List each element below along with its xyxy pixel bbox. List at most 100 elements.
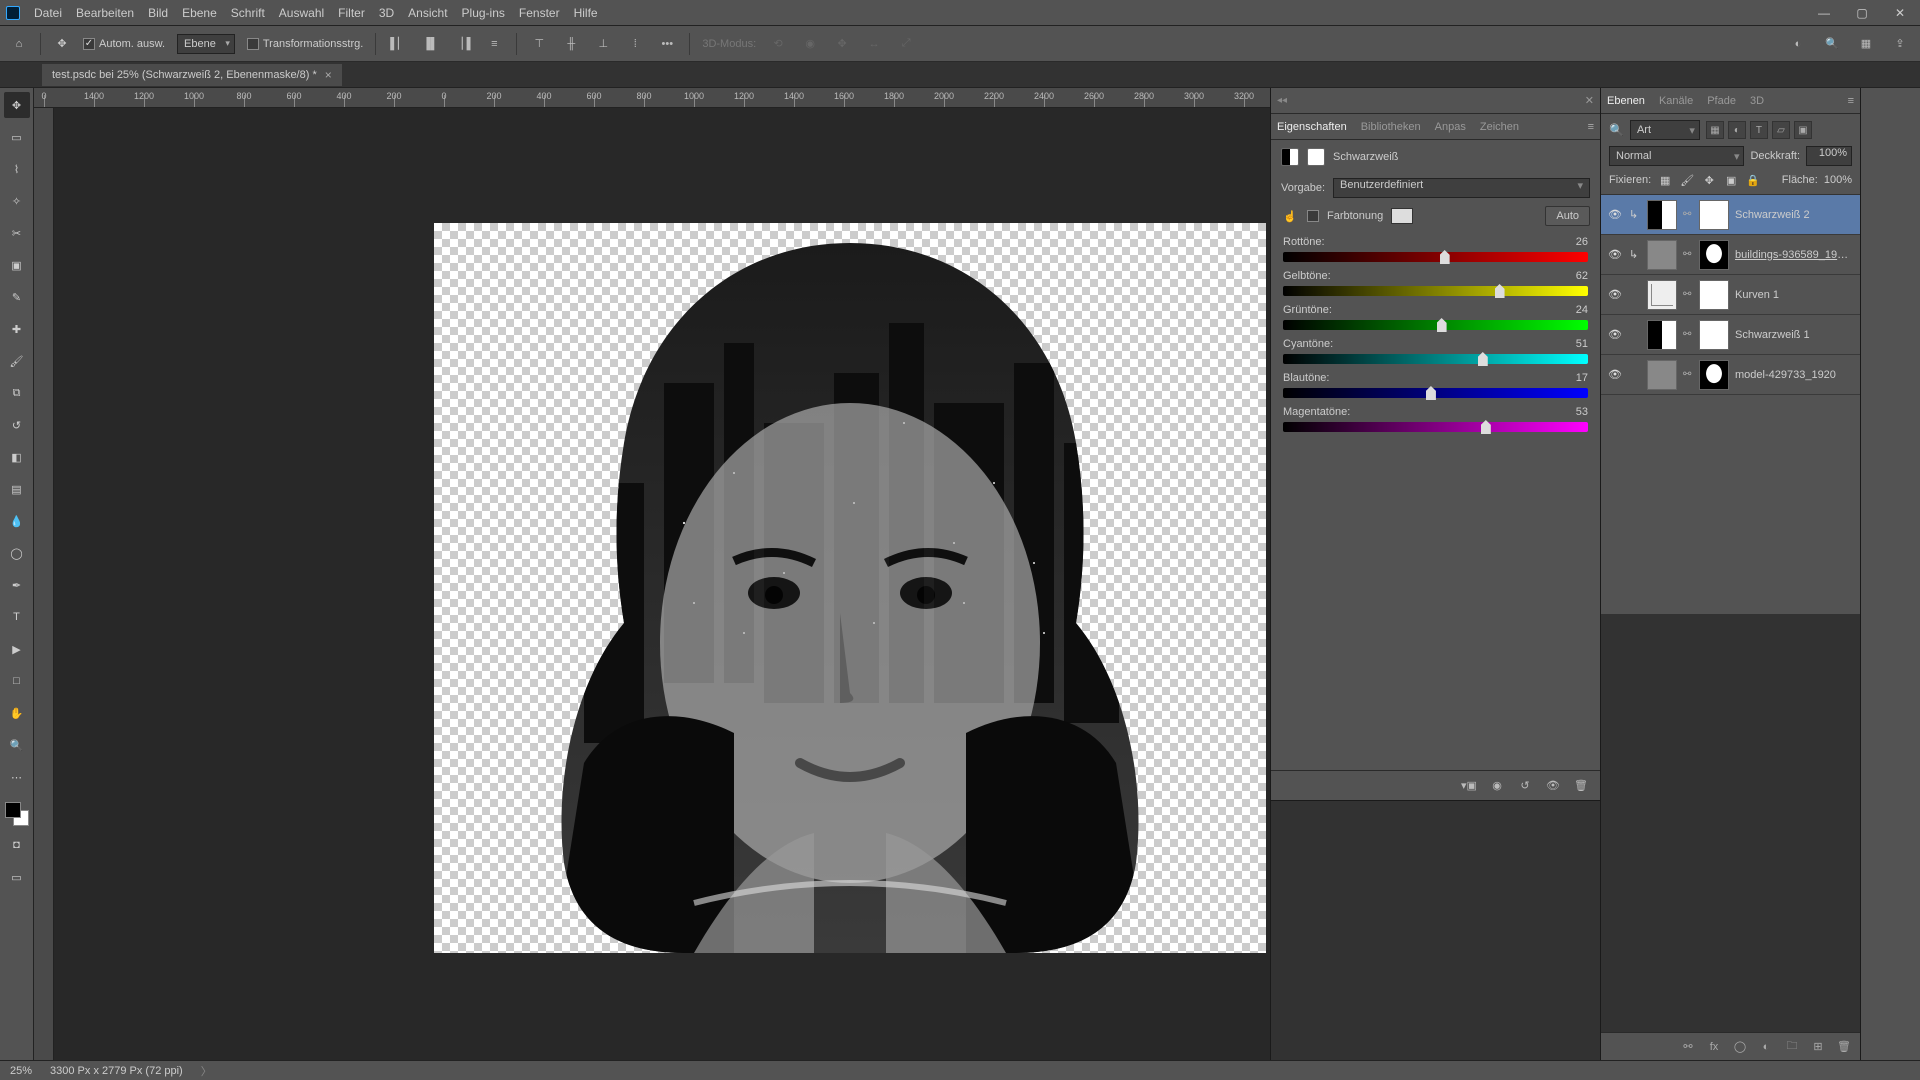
layer-mask-link-icon[interactable]: ⚯ (1683, 249, 1693, 260)
add-mask-icon[interactable]: ◯ (1732, 1039, 1748, 1055)
menu-type[interactable]: Schrift (231, 6, 265, 20)
panel-menu-icon[interactable]: ≡ (1588, 121, 1594, 133)
transform-controls-checkbox[interactable] (247, 38, 259, 50)
link-layers-icon[interactable]: ⚯ (1680, 1039, 1696, 1055)
layer-name[interactable]: Schwarzweiß 2 (1735, 209, 1854, 221)
menu-3d[interactable]: 3D (379, 6, 394, 20)
tab-channels[interactable]: Kanäle (1659, 95, 1693, 107)
move-tool[interactable]: ✥ (4, 92, 30, 118)
align-left-icon[interactable]: ▌▏ (388, 34, 408, 54)
dodge-tool[interactable]: ◯ (4, 540, 30, 566)
tab-character[interactable]: Zeichen (1480, 121, 1519, 133)
align-bottom-icon[interactable]: ⊥ (593, 34, 613, 54)
menu-filter[interactable]: Filter (338, 6, 365, 20)
layer-filter-kind-dropdown[interactable]: Art (1630, 120, 1700, 140)
layer-mask-link-icon[interactable]: ⚯ (1683, 289, 1693, 300)
layer-mask-link-icon[interactable]: ⚯ (1683, 209, 1693, 220)
auto-button[interactable]: Auto (1545, 206, 1590, 226)
lasso-tool[interactable]: ⌇ (4, 156, 30, 182)
toggle-visibility-icon[interactable]: 👁 (1544, 777, 1562, 795)
layer-mask-thumbnail[interactable] (1699, 200, 1729, 230)
opacity-field[interactable]: 100% (1806, 146, 1852, 166)
layers-menu-icon[interactable]: ≡ (1848, 95, 1854, 107)
menu-select[interactable]: Auswahl (279, 6, 324, 20)
close-document-icon[interactable]: × (325, 68, 332, 82)
color-swatches[interactable] (5, 802, 29, 826)
share-icon[interactable]: ⇪ (1890, 34, 1910, 54)
layer-mask-thumbnail[interactable] (1699, 360, 1729, 390)
screen-mode-icon[interactable]: ▭ (4, 864, 30, 890)
slider-track[interactable] (1283, 388, 1588, 398)
align-center-h-icon[interactable]: ▐▌ (420, 34, 440, 54)
search-icon[interactable]: 🔍 (1609, 123, 1624, 137)
zoom-tool[interactable]: 🔍 (4, 732, 30, 758)
ruler-vertical[interactable] (34, 108, 54, 1060)
targeted-adjust-tool-icon[interactable]: ☝ (1281, 207, 1299, 225)
filter-adjust-icon[interactable]: ◐ (1728, 121, 1746, 139)
align-right-icon[interactable]: ▕▐ (452, 34, 472, 54)
slider-track[interactable] (1283, 422, 1588, 432)
layer-visibility-icon[interactable]: 👁 (1607, 288, 1623, 301)
filter-smart-icon[interactable]: ▣ (1794, 121, 1812, 139)
clone-stamp-tool[interactable]: ⧉ (4, 380, 30, 406)
lock-all-icon[interactable]: 🔒 (1745, 172, 1761, 188)
slider-handle[interactable] (1495, 284, 1505, 298)
slider-track[interactable] (1283, 286, 1588, 296)
quick-mask-icon[interactable]: ◘ (4, 832, 30, 858)
path-selection-tool[interactable]: ▶ (4, 636, 30, 662)
slider-handle[interactable] (1440, 250, 1450, 264)
window-minimize-icon[interactable]: — (1810, 4, 1838, 22)
filter-pixel-icon[interactable]: ▦ (1706, 121, 1724, 139)
document-dimensions[interactable]: 3300 Px x 2779 Px (72 ppi) (50, 1065, 183, 1077)
menu-plugins[interactable]: Plug-ins (462, 6, 505, 20)
menu-layer[interactable]: Ebene (182, 6, 217, 20)
slider-value-field[interactable] (1552, 406, 1588, 418)
more-align-icon[interactable]: ••• (657, 34, 677, 54)
auto-select-target-dropdown[interactable]: Ebene (177, 34, 235, 54)
menu-image[interactable]: Bild (148, 6, 168, 20)
layer-thumbnail[interactable] (1647, 360, 1677, 390)
layer-name[interactable]: Kurven 1 (1735, 289, 1854, 301)
lock-position-icon[interactable]: ✥ (1701, 172, 1717, 188)
eyedropper-tool[interactable]: ✎ (4, 284, 30, 310)
slider-handle[interactable] (1426, 386, 1436, 400)
layer-row[interactable]: 👁 ⚯ Kurven 1 (1601, 275, 1860, 315)
history-brush-tool[interactable]: ↺ (4, 412, 30, 438)
document-tab[interactable]: test.psdc bei 25% (Schwarzweiß 2, Ebenen… (42, 64, 342, 86)
layer-name[interactable]: model-429733_1920 (1735, 369, 1854, 381)
slider-value-field[interactable] (1552, 270, 1588, 282)
foreground-color[interactable] (5, 802, 21, 818)
align-center-v-icon[interactable]: ╫ (561, 34, 581, 54)
slider-track[interactable] (1283, 252, 1588, 262)
eraser-tool[interactable]: ◧ (4, 444, 30, 470)
canvas[interactable] (434, 223, 1266, 953)
delete-adjustment-icon[interactable]: 🗑 (1572, 777, 1590, 795)
view-previous-icon[interactable]: ◉ (1488, 777, 1506, 795)
blur-tool[interactable]: 💧 (4, 508, 30, 534)
rectangle-tool[interactable]: □ (4, 668, 30, 694)
layer-mask-thumbnail[interactable] (1699, 280, 1729, 310)
menu-view[interactable]: Ansicht (408, 6, 447, 20)
window-close-icon[interactable]: ✕ (1886, 4, 1914, 22)
crop-tool[interactable]: ✂ (4, 220, 30, 246)
type-tool[interactable]: T (4, 604, 30, 630)
filter-type-icon[interactable]: T (1750, 121, 1768, 139)
tint-checkbox[interactable] (1307, 210, 1319, 222)
frame-tool[interactable]: ▣ (4, 252, 30, 278)
layer-name[interactable]: Schwarzweiß 1 (1735, 329, 1854, 341)
slider-track[interactable] (1283, 320, 1588, 330)
hand-tool[interactable]: ✋ (4, 700, 30, 726)
pen-tool[interactable]: ✒ (4, 572, 30, 598)
layer-visibility-icon[interactable]: 👁 (1607, 208, 1623, 221)
distribute-h-icon[interactable]: ≡ (484, 34, 504, 54)
panel-close-icon[interactable]: ✕ (1585, 94, 1594, 107)
workspace-icon[interactable]: ▦ (1856, 34, 1876, 54)
magic-wand-tool[interactable]: ✧ (4, 188, 30, 214)
tint-color-swatch[interactable] (1391, 208, 1413, 224)
fill-field[interactable]: 100% (1824, 174, 1852, 186)
ruler-horizontal[interactable]: 0140012001000800600400200020040060080010… (34, 88, 1270, 108)
layer-row[interactable]: 👁↳⚯buildings-936589_1920... (1601, 235, 1860, 275)
menu-help[interactable]: Hilfe (574, 6, 598, 20)
slider-value-field[interactable] (1552, 236, 1588, 248)
layer-row[interactable]: 👁⚯Schwarzweiß 1 (1601, 315, 1860, 355)
